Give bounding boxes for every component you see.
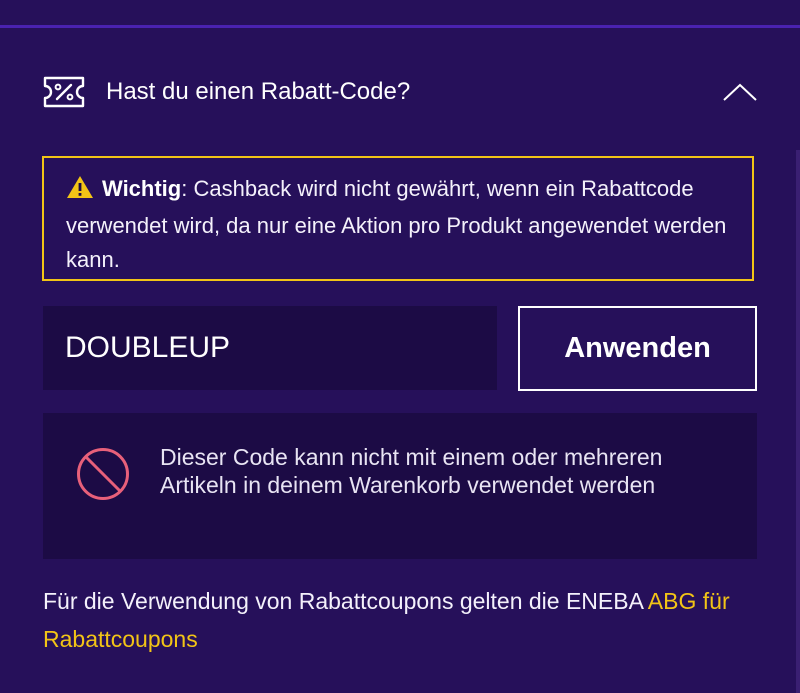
apply-button[interactable]: Anwenden bbox=[518, 306, 757, 391]
error-text: Dieser Code kann nicht mit einem oder me… bbox=[160, 444, 663, 498]
chevron-up-icon[interactable] bbox=[722, 81, 758, 103]
promo-code-input[interactable] bbox=[43, 306, 497, 390]
coupon-terms: Für die Verwendung von Rabattcoupons gel… bbox=[43, 582, 763, 658]
promo-code-title: Hast du einen Rabatt-Code? bbox=[106, 78, 411, 105]
scrollbar-track[interactable] bbox=[796, 150, 800, 693]
promo-code-toggle[interactable]: Hast du einen Rabatt-Code? bbox=[42, 70, 758, 114]
top-divider bbox=[0, 25, 800, 28]
ban-icon bbox=[75, 446, 131, 502]
code-error-message: Dieser Code kann nicht mit einem oder me… bbox=[43, 413, 757, 559]
warning-icon bbox=[66, 175, 94, 209]
cashback-notice: Wichtig: Cashback wird nicht gewährt, we… bbox=[42, 156, 754, 281]
terms-text: Für die Verwendung von Rabattcoupons gel… bbox=[43, 588, 648, 614]
notice-label: Wichtig bbox=[102, 176, 182, 201]
coupon-percent-icon bbox=[42, 75, 86, 109]
